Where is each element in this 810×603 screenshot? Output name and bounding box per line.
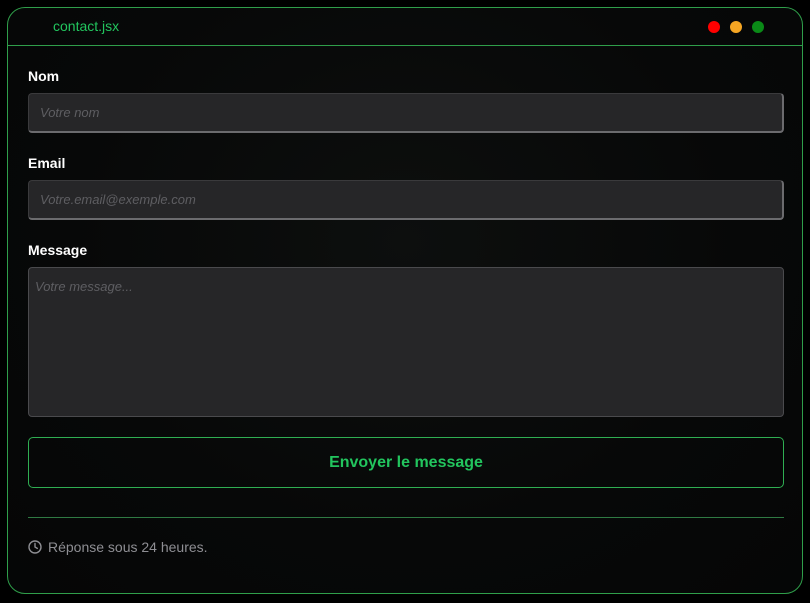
name-input[interactable] [28, 93, 784, 133]
window-title: contact.jsx [53, 18, 120, 34]
divider [28, 517, 784, 518]
name-label: Nom [28, 68, 60, 84]
response-time-note: Réponse sous 24 heures. [28, 539, 208, 555]
contact-window: contact.jsx Nom Email Message Envoyer le… [7, 7, 803, 594]
email-label: Email [28, 155, 66, 171]
message-textarea[interactable] [28, 267, 784, 417]
response-time-text: Réponse sous 24 heures. [48, 539, 208, 555]
close-window-button[interactable] [708, 21, 720, 33]
maximize-window-button[interactable] [752, 21, 764, 33]
message-label: Message [28, 242, 88, 258]
window-controls [708, 21, 764, 33]
minimize-window-button[interactable] [730, 21, 742, 33]
email-input[interactable] [28, 180, 784, 220]
title-bar: contact.jsx [8, 8, 802, 46]
send-message-button[interactable]: Envoyer le message [28, 437, 784, 488]
clock-icon [28, 540, 42, 554]
